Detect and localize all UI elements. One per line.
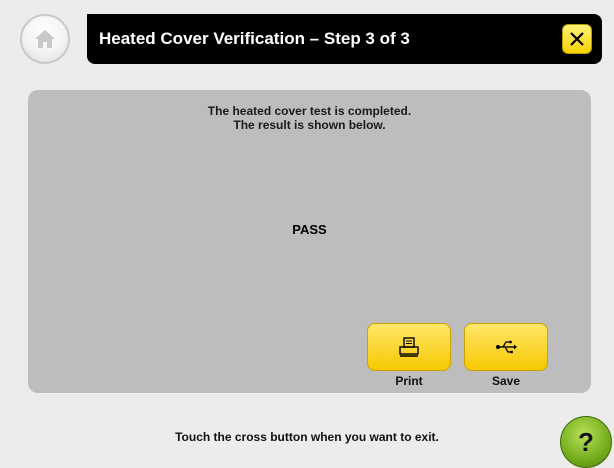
home-button[interactable] [20, 14, 70, 64]
close-icon [570, 32, 584, 46]
page-title: Heated Cover Verification – Step 3 of 3 [99, 29, 410, 48]
save-button[interactable] [464, 323, 548, 371]
result-panel: The heated cover test is completed. The … [28, 90, 591, 393]
question-mark-icon: ? [578, 426, 594, 457]
test-result: PASS [292, 222, 327, 237]
exit-instruction: Touch the cross button when you want to … [175, 430, 439, 444]
printer-icon [399, 337, 419, 357]
status-message-line2: The result is shown below. [233, 118, 386, 132]
status-message-line1: The heated cover test is completed. [207, 104, 412, 118]
status-message: The heated cover test is completed. The … [28, 104, 591, 132]
title-bar: Heated Cover Verification – Step 3 of 3 [87, 14, 602, 64]
print-label: Print [395, 374, 423, 388]
home-icon [35, 30, 55, 48]
help-button[interactable]: ? [560, 416, 612, 468]
save-label: Save [491, 374, 521, 388]
usb-icon [496, 340, 517, 354]
close-button[interactable] [562, 24, 592, 54]
print-button[interactable] [367, 323, 451, 371]
